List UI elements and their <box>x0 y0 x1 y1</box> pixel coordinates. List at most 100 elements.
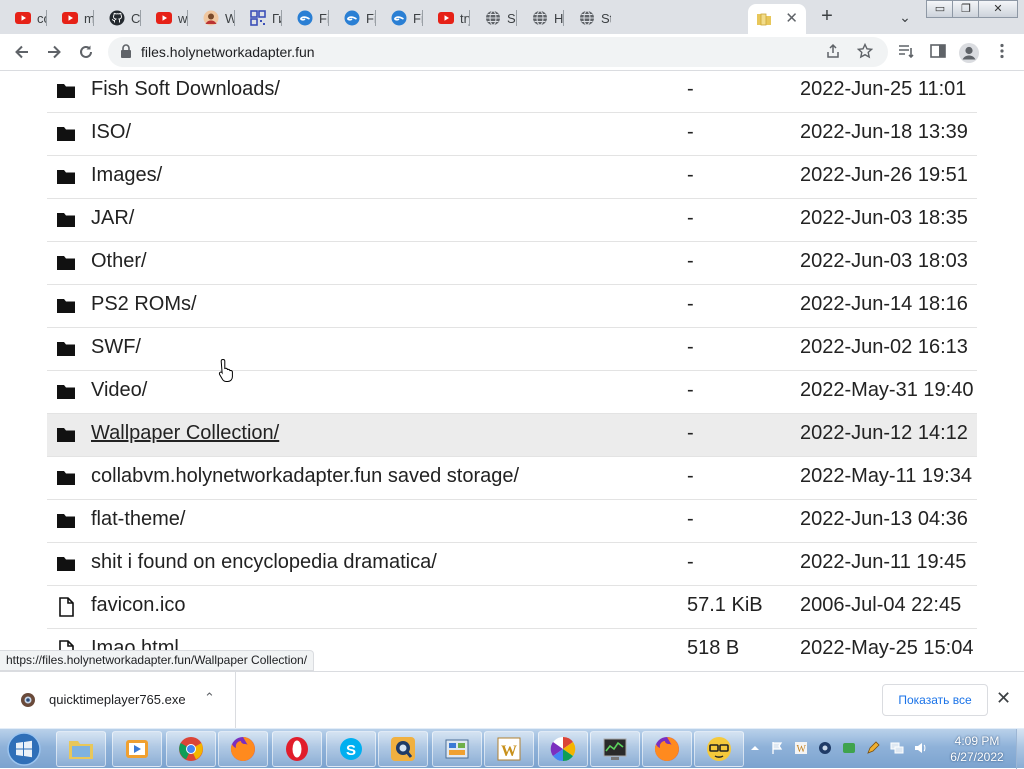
side-panel-icon[interactable] <box>928 42 948 62</box>
entry-name-link[interactable]: ISO/ <box>91 121 131 144</box>
tab[interactable]: CH <box>94 4 141 32</box>
listing-row[interactable]: flat-theme/ - 2022-Jun-13 04:36 <box>47 500 977 543</box>
pencil-tray-icon[interactable] <box>866 741 880 755</box>
volume-tray-icon[interactable] <box>914 741 928 755</box>
show-desktop-button[interactable] <box>1016 729 1024 769</box>
taskbar-app-word-icon[interactable]: W <box>484 731 534 767</box>
folder-icon <box>756 11 772 27</box>
tray-expand-icon[interactable] <box>748 741 762 755</box>
tab-label: Str <box>601 10 611 26</box>
entry-name-link[interactable]: PS2 ROMs/ <box>91 293 197 316</box>
menu-kebab-icon[interactable] <box>992 42 1012 62</box>
listing-row[interactable]: Other/ - 2022-Jun-03 18:03 <box>47 242 977 285</box>
taskbar-app-opera-icon[interactable] <box>272 731 322 767</box>
close-window-button[interactable]: ✕ <box>978 0 1018 18</box>
maximize-button[interactable]: ❐ <box>952 0 980 18</box>
entry-name-link[interactable]: Fish Soft Downloads/ <box>91 78 280 101</box>
tab-active[interactable]: ✕ <box>748 4 806 34</box>
taskbar-app-firefox-icon[interactable] <box>642 731 692 767</box>
minimize-button[interactable]: ▭ <box>926 0 954 18</box>
taskbar-app-skype-icon[interactable]: S <box>326 731 376 767</box>
listing-row[interactable]: JAR/ - 2022-Jun-03 18:35 <box>47 199 977 242</box>
folder-icon <box>56 296 76 316</box>
quicktime-tray-icon[interactable] <box>818 741 832 755</box>
listing-row[interactable]: favicon.ico 57.1 KiB 2006-Jul-04 22:45 <box>47 586 977 629</box>
taskbar-app-file-explorer-icon[interactable] <box>56 731 106 767</box>
tab[interactable]: Ho <box>517 4 564 32</box>
back-button[interactable] <box>10 40 34 64</box>
start-button-icon[interactable] <box>4 731 44 767</box>
svg-text:W: W <box>797 744 807 755</box>
system-clock[interactable]: 4:09 PM 6/27/2022 <box>940 733 1014 765</box>
folder-icon <box>56 382 76 402</box>
tab[interactable]: me <box>47 4 94 32</box>
url-text[interactable]: files.holynetworkadapter.fun <box>141 44 315 60</box>
network-tray-icon[interactable] <box>890 741 904 755</box>
taskbar-app-quicktime-icon[interactable] <box>378 731 428 767</box>
youtube-icon <box>438 10 454 26</box>
listing-row[interactable]: collabvm.holynetworkadapter.fun saved st… <box>47 457 977 500</box>
entry-name-link[interactable]: Images/ <box>91 164 162 187</box>
listing-row[interactable]: Fish Soft Downloads/ - 2022-Jun-25 11:01 <box>47 71 977 113</box>
entry-name-link[interactable]: shit i found on encyclopedia dramatica/ <box>91 551 437 574</box>
download-filename[interactable]: quicktimeplayer765.exe <box>49 692 186 707</box>
address-bar[interactable]: files.holynetworkadapter.fun <box>108 37 888 67</box>
chevron-up-icon[interactable]: ⌃ <box>204 690 215 706</box>
reload-button[interactable] <box>74 40 98 64</box>
taskbar-app-chrome-icon[interactable] <box>166 731 216 767</box>
entry-size: - <box>687 551 694 573</box>
tab[interactable]: col <box>0 4 47 32</box>
entry-name-link[interactable]: favicon.ico <box>91 594 186 617</box>
green-app-tray-icon[interactable] <box>842 741 856 755</box>
folder-icon <box>56 554 76 574</box>
close-tab-icon[interactable]: ✕ <box>785 9 798 27</box>
reading-list-icon[interactable] <box>896 42 916 62</box>
action-center-flag-icon[interactable] <box>770 741 784 755</box>
taskbar-app-control-panel-icon[interactable] <box>432 731 482 767</box>
entry-name-link[interactable]: Wallpaper Collection/ <box>91 422 279 445</box>
entry-name-link[interactable]: JAR/ <box>91 207 134 230</box>
tab[interactable]: Гир <box>235 4 282 32</box>
profile-avatar-icon[interactable] <box>958 42 979 63</box>
listing-row[interactable]: PS2 ROMs/ - 2022-Jun-14 18:16 <box>47 285 977 328</box>
taskbar-app-task-manager-icon[interactable] <box>590 731 640 767</box>
tab[interactable]: File <box>282 4 329 32</box>
tab[interactable]: Wir <box>188 4 235 32</box>
forward-button[interactable] <box>42 40 66 64</box>
listing-row[interactable]: shit i found on encyclopedia dramatica/ -… <box>47 543 977 586</box>
bookmark-star-icon[interactable] <box>856 42 874 61</box>
entry-size: - <box>687 465 694 487</box>
tab-search-button[interactable]: ⌄ <box>894 6 916 28</box>
tab[interactable]: Site <box>470 4 517 32</box>
entry-size: - <box>687 336 694 358</box>
tab[interactable]: wir <box>141 4 188 32</box>
file-host-icon <box>297 10 313 26</box>
listing-row[interactable]: Wallpaper Collection/ - 2022-Jun-12 14:12 <box>47 414 977 457</box>
entry-name-link[interactable]: SWF/ <box>91 336 141 359</box>
entry-date: 2022-Jun-02 16:13 <box>800 336 968 358</box>
word-tray-icon[interactable]: W <box>794 741 808 755</box>
entry-name-link[interactable]: Video/ <box>91 379 147 402</box>
lock-icon[interactable] <box>120 44 132 58</box>
tab[interactable]: File <box>376 4 423 32</box>
listing-row[interactable]: SWF/ - 2022-Jun-02 16:13 <box>47 328 977 371</box>
taskbar-app-media-center-icon[interactable] <box>112 731 162 767</box>
entry-name-link[interactable]: collabvm.holynetworkadapter.fun saved st… <box>91 465 519 488</box>
listing-row[interactable]: ISO/ - 2022-Jun-18 13:39 <box>47 113 977 156</box>
new-tab-button[interactable]: + <box>814 4 840 30</box>
taskbar-app-picasa-icon[interactable] <box>538 731 588 767</box>
entry-date: 2022-May-11 19:34 <box>800 465 972 487</box>
entry-name-link[interactable]: Other/ <box>91 250 147 273</box>
show-all-downloads-button[interactable]: Показать все <box>882 684 988 716</box>
entry-name-link[interactable]: flat-theme/ <box>91 508 185 531</box>
tab[interactable]: File <box>329 4 376 32</box>
close-download-shelf-icon[interactable]: ✕ <box>996 688 1011 709</box>
taskbar-app-firefox-icon[interactable] <box>218 731 268 767</box>
share-icon[interactable] <box>824 43 842 61</box>
listing-row[interactable]: Images/ - 2022-Jun-26 19:51 <box>47 156 977 199</box>
tab[interactable]: Str <box>564 4 611 32</box>
taskbar-app-nerd-glasses-icon[interactable] <box>694 731 744 767</box>
tab[interactable]: try <box>423 4 470 32</box>
download-item[interactable]: quicktimeplayer765.exe ⌃ <box>0 672 236 728</box>
listing-row[interactable]: Video/ - 2022-May-31 19:40 <box>47 371 977 414</box>
